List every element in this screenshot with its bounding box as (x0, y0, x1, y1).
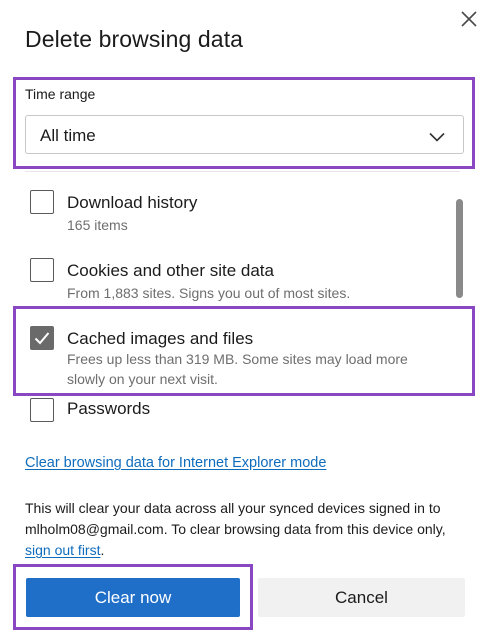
highlight-cached-images (13, 306, 475, 396)
highlight-clear-now (13, 564, 253, 630)
highlight-time-range (13, 77, 475, 169)
delete-browsing-data-dialog: Delete browsing data Time range All time… (0, 0, 486, 640)
sync-note-text: This will clear your data across all you… (25, 500, 446, 537)
download-history-checkbox[interactable] (30, 190, 54, 214)
scrollbar-thumb[interactable] (456, 199, 463, 298)
item-title: Download history (67, 193, 198, 212)
dialog-title: Delete browsing data (25, 26, 244, 52)
item-subtitle: From 1,883 sites. Signs you out of most … (67, 285, 351, 301)
passwords-checkbox[interactable] (30, 398, 54, 422)
sync-note-suffix: . (100, 542, 105, 558)
sign-out-link[interactable]: sign out first (25, 542, 100, 558)
cookies-checkbox[interactable] (30, 258, 54, 282)
close-icon[interactable] (458, 8, 480, 30)
item-title: Passwords (67, 399, 151, 418)
item-subtitle: 165 items (67, 217, 128, 233)
sync-note: This will clear your data across all you… (25, 498, 470, 561)
clear-ie-mode-link[interactable]: Clear browsing data for Internet Explore… (25, 455, 326, 471)
item-title: Cookies and other site data (67, 261, 274, 280)
cancel-button[interactable]: Cancel (258, 578, 465, 617)
